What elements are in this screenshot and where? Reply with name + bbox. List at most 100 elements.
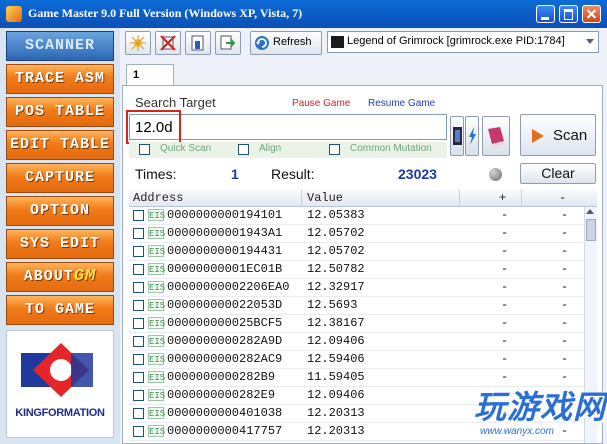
- pause-game-link[interactable]: Pause Game: [292, 98, 350, 109]
- row-minus: -: [561, 316, 569, 330]
- menu-option[interactable]: OPTION: [6, 196, 114, 226]
- menu-capture[interactable]: CAPTURE: [6, 163, 114, 193]
- clear-button[interactable]: Clear: [520, 163, 596, 184]
- row-value[interactable]: 11.59405: [307, 370, 365, 384]
- table-row[interactable]: EIS 000000000025BCF5 12.38167 - -: [129, 315, 597, 333]
- quick-scan-checkbox[interactable]: [139, 144, 150, 155]
- row-value[interactable]: 12.09406: [307, 334, 365, 348]
- column-divider: [459, 190, 460, 206]
- menu-about[interactable]: ABOUTGM: [6, 262, 114, 292]
- minimize-button[interactable]: [536, 5, 555, 23]
- row-value[interactable]: 12.38167: [307, 316, 365, 330]
- maximize-button[interactable]: [559, 5, 578, 23]
- column-value[interactable]: Value: [307, 191, 343, 205]
- row-value[interactable]: 12.05702: [307, 226, 365, 240]
- logo-label: KINGFORMATION: [15, 407, 105, 419]
- table-row[interactable]: EIS 000000000022053D 12.5693 - -: [129, 297, 597, 315]
- table-row[interactable]: EIS 00000000001943A1 12.05702 - -: [129, 225, 597, 243]
- refresh-label: Refresh: [273, 36, 312, 48]
- menu-trace-asm[interactable]: TRACE ASM: [6, 64, 114, 94]
- eis-badge-icon: EIS: [148, 281, 166, 293]
- common-mutation-label: Common Mutation: [350, 143, 432, 154]
- row-plus: -: [501, 280, 509, 294]
- tab-1[interactable]: 1: [126, 64, 174, 86]
- row-minus: -: [561, 352, 569, 366]
- scan-button[interactable]: Scan: [520, 114, 596, 156]
- row-checkbox[interactable]: [133, 390, 144, 401]
- menu-to-game[interactable]: TO GAME: [6, 295, 114, 325]
- scroll-thumb[interactable]: [586, 219, 596, 241]
- row-address: 000000000022053D: [167, 298, 283, 312]
- refresh-button[interactable]: Refresh: [250, 31, 322, 55]
- menu-scanner[interactable]: SCANNER: [6, 31, 114, 61]
- column-address[interactable]: Address: [133, 191, 183, 205]
- result-count: 23023: [398, 166, 437, 182]
- column-plus[interactable]: +: [499, 191, 506, 205]
- row-value[interactable]: 12.05383: [307, 208, 365, 222]
- row-minus: -: [561, 298, 569, 312]
- export-icon: [220, 35, 236, 50]
- info-button[interactable]: [185, 31, 211, 55]
- value-type-button[interactable]: [450, 116, 464, 156]
- menu-pos-table[interactable]: POS TABLE: [6, 97, 114, 127]
- row-address: 0000000000401038: [167, 406, 283, 420]
- row-checkbox[interactable]: [133, 318, 144, 329]
- row-value[interactable]: 12.59406: [307, 352, 365, 366]
- row-checkbox[interactable]: [133, 210, 144, 221]
- row-checkbox[interactable]: [133, 300, 144, 311]
- table-row[interactable]: EIS 00000000001EC01B 12.50782 - -: [129, 261, 597, 279]
- site-watermark: 玩游戏网 www.wanyx.com: [470, 380, 607, 444]
- row-value[interactable]: 12.05702: [307, 244, 365, 258]
- memory-book-button[interactable]: [482, 116, 510, 156]
- result-label: Result:: [271, 166, 315, 182]
- row-checkbox[interactable]: [133, 426, 144, 437]
- menu-sys-edit[interactable]: SYS EDIT: [6, 229, 114, 259]
- chevron-down-icon[interactable]: [586, 39, 594, 44]
- row-address: 0000000000417757: [167, 424, 283, 438]
- new-scan-button[interactable]: [125, 31, 151, 55]
- row-checkbox[interactable]: [133, 228, 144, 239]
- game-master-window: Game Master 9.0 Full Version (Windows XP…: [0, 0, 607, 444]
- row-value[interactable]: 12.20313: [307, 424, 365, 438]
- row-checkbox[interactable]: [133, 264, 144, 275]
- resume-game-link[interactable]: Resume Game: [368, 98, 435, 109]
- row-address: 0000000000282A9D: [167, 334, 283, 348]
- table-row[interactable]: EIS 0000000000194101 12.05383 - -: [129, 207, 597, 225]
- row-plus: -: [501, 226, 509, 240]
- row-checkbox[interactable]: [133, 354, 144, 365]
- eis-badge-icon: EIS: [148, 209, 166, 221]
- common-mutation-checkbox[interactable]: [329, 144, 340, 155]
- scroll-up-icon[interactable]: [586, 209, 594, 214]
- align-checkbox[interactable]: [238, 144, 249, 155]
- row-plus: -: [501, 316, 509, 330]
- row-value[interactable]: 12.50782: [307, 262, 365, 276]
- title-bar[interactable]: Game Master 9.0 Full Version (Windows XP…: [0, 0, 607, 28]
- table-row[interactable]: EIS 0000000000282A9D 12.09406 - -: [129, 333, 597, 351]
- row-value[interactable]: 12.32917: [307, 280, 365, 294]
- process-select[interactable]: Legend of Grimrock [grimrock.exe PID:178…: [327, 31, 599, 53]
- menu-edit-table[interactable]: EDIT TABLE: [6, 130, 114, 160]
- row-checkbox[interactable]: [133, 282, 144, 293]
- eis-badge-icon: EIS: [148, 245, 166, 257]
- scan-mode-button[interactable]: [465, 116, 479, 156]
- row-checkbox[interactable]: [133, 336, 144, 347]
- column-minus[interactable]: -: [559, 191, 566, 205]
- table-row[interactable]: EIS 0000000000194431 12.05702 - -: [129, 243, 597, 261]
- table-row[interactable]: EIS 0000000000282AC9 12.59406 - -: [129, 351, 597, 369]
- column-divider: [521, 190, 522, 206]
- play-icon: [532, 129, 544, 143]
- export-button[interactable]: [215, 31, 241, 55]
- delete-button[interactable]: [155, 31, 181, 55]
- row-checkbox[interactable]: [133, 408, 144, 419]
- row-value[interactable]: 12.09406: [307, 388, 365, 402]
- left-menu: SCANNER TRACE ASM POS TABLE EDIT TABLE C…: [0, 28, 120, 444]
- row-value[interactable]: 12.5693: [307, 298, 357, 312]
- table-header: Address Value + -: [129, 190, 597, 207]
- row-checkbox[interactable]: [133, 372, 144, 383]
- table-row[interactable]: EIS 00000000002206EA0 12.32917 - -: [129, 279, 597, 297]
- row-checkbox[interactable]: [133, 246, 144, 257]
- row-minus: -: [561, 226, 569, 240]
- sparkle-icon: [130, 35, 146, 51]
- row-value[interactable]: 12.20313: [307, 406, 365, 420]
- close-button[interactable]: [582, 5, 601, 23]
